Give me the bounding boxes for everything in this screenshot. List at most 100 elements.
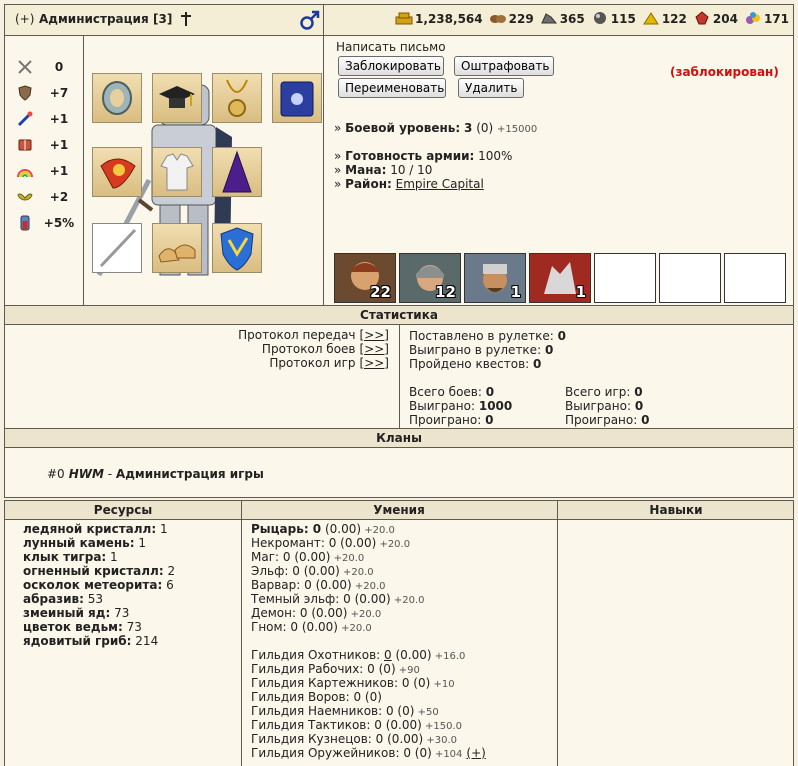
clans-panel: Кланы #0 HWM - Администрация игры	[4, 428, 794, 498]
sword-icon	[17, 59, 33, 75]
unit-count: 1	[575, 283, 586, 301]
protocol-row: Протокол передач [>>]	[238, 328, 389, 342]
skill-item: Варвар: 0 (0.00) +20.0	[251, 578, 386, 592]
stat-value: +7	[49, 86, 69, 100]
army-slots: 22 12 1 1	[324, 35, 793, 307]
skill-item: Темный эльф: 0 (0.00) +20.0	[251, 592, 425, 606]
skill-item: Маг: 0 (0.00) +20.0	[251, 550, 365, 564]
cross-icon	[179, 11, 193, 27]
hourglass-icon	[17, 215, 33, 231]
resource-gems: 171	[744, 12, 789, 26]
slot-shield[interactable]	[212, 223, 262, 273]
gold-icon	[395, 11, 413, 28]
resource-crystal: 204	[693, 11, 738, 28]
stat-value: +1	[49, 112, 69, 126]
slot-amulet[interactable]	[212, 73, 262, 123]
guild-item: Гильдия Наемников: 0 (0) +50	[251, 704, 439, 718]
mercury-icon	[591, 11, 609, 28]
magic-wand-icon	[17, 111, 33, 127]
battles-lost-row: Проиграно: 0	[409, 413, 494, 427]
battles-won-row: Выиграно: 1000	[409, 399, 513, 413]
resource-sulfur: 122	[642, 12, 687, 26]
statistics-panel: Статистика Протокол передач [>>] Протокол …	[4, 305, 794, 429]
resource-item: абразив: 53	[23, 592, 104, 606]
skill-item: Демон: 0 (0.00) +20.0	[251, 606, 382, 620]
ore-icon	[540, 11, 558, 28]
clan-list: #0 HWM - Администрация игры	[47, 467, 264, 481]
plus-link[interactable]: (+)	[15, 12, 34, 26]
slot-helmet[interactable]	[152, 73, 202, 123]
army-slot-empty	[724, 253, 786, 303]
resource-item: лунный камень: 1	[23, 536, 146, 550]
army-slot-3[interactable]: 1	[464, 253, 526, 303]
unit-count: 1	[510, 283, 521, 301]
resource-item: ледяной кристалл: 1	[23, 522, 168, 536]
info-panel: Написать письмо Заблокировать Оштрафоват…	[324, 35, 793, 307]
rainbow-icon	[17, 163, 33, 179]
resource-item: осколок метеорита: 6	[23, 578, 174, 592]
statistics-title: Статистика	[5, 306, 793, 325]
slot-weapon[interactable]	[92, 223, 142, 273]
character-panel: (+) Администрация [3] 1,238,564 229 365 115…	[4, 4, 794, 306]
guild-item: Гильдия Оружейников: 0 (0) +104 (+)	[251, 746, 486, 760]
resources-title: Ресурсы	[93, 503, 153, 517]
details-panel: Ресурсы Умения Навыки ледяной кристалл: …	[4, 500, 794, 766]
guild-item: Гильдия Кузнецов: 0 (0.00) +30.0	[251, 732, 458, 746]
resource-item: цветок ведьм: 73	[23, 620, 142, 634]
columns-header: Ресурсы Умения Навыки	[5, 501, 793, 520]
army-slot-2[interactable]: 12	[399, 253, 461, 303]
resource-mercury: 115	[591, 12, 636, 26]
clan-separator: -	[103, 467, 116, 481]
gems-icon	[744, 11, 762, 28]
male-icon	[299, 9, 321, 31]
protocol-link[interactable]: [>>]	[360, 328, 389, 342]
stat-value: +1	[49, 164, 69, 178]
guild-item: Гильдия Картежников: 0 (0) +10	[251, 676, 455, 690]
slot-book[interactable]	[272, 73, 322, 123]
protocol-row: Протокол боев [>>]	[261, 342, 389, 356]
slot-cloak-ring[interactable]	[92, 147, 142, 197]
roulette-bet-row: Поставлено в рулетке: 0	[409, 329, 566, 343]
slot-boots[interactable]	[152, 223, 202, 273]
roulette-won-row: Выиграно в рулетке: 0	[409, 343, 554, 357]
unit-count: 22	[370, 283, 391, 301]
sulfur-icon	[642, 11, 660, 28]
protocol-link[interactable]: [>>]	[360, 342, 389, 356]
skill-item: Некромант: 0 (0.00) +20.0	[251, 536, 411, 550]
army-slot-empty	[659, 253, 721, 303]
guild-level-link[interactable]: 0	[384, 648, 392, 662]
games-total-row: Всего игр: 0	[565, 385, 643, 399]
resource-gold: 1,238,564	[395, 12, 483, 26]
talents-title: Навыки	[649, 503, 703, 517]
resource-item: змеиный яд: 73	[23, 606, 130, 620]
stat-value: +1	[49, 138, 69, 152]
protocol-link[interactable]: [>>]	[360, 356, 389, 370]
player-name[interactable]: Администрация	[39, 12, 149, 26]
slot-shirt[interactable]	[152, 147, 202, 197]
slot-ring[interactable]	[92, 73, 142, 123]
slot-cape[interactable]	[212, 147, 262, 197]
army-slot-empty	[594, 253, 656, 303]
crystal-icon	[693, 11, 711, 28]
guild-item: Гильдия Тактиков: 0 (0.00) +150.0	[251, 718, 462, 732]
clan-id: #0	[47, 467, 65, 481]
protocol-row: Протокол игр [>>]	[269, 356, 389, 370]
wood-icon	[489, 11, 507, 28]
guild-item: Гильдия Охотников: 0 (0.00) +16.0	[251, 648, 466, 662]
skills-title: Умения	[373, 503, 425, 517]
stat-value: 0	[54, 60, 64, 74]
quests-row: Пройдено квестов: 0	[409, 357, 542, 371]
army-slot-4[interactable]: 1	[529, 253, 591, 303]
resource-item: клык тигра: 1	[23, 550, 118, 564]
resource-item: огненный кристалл: 2	[23, 564, 176, 578]
guild-plus-link[interactable]: (+)	[466, 746, 485, 760]
wings-icon	[17, 189, 33, 205]
clan-name: Администрация игры	[115, 467, 264, 481]
guild-item: Гильдия Рабочих: 0 (0) +90	[251, 662, 420, 676]
resource-ore: 365	[540, 12, 585, 26]
army-slot-1[interactable]: 22	[334, 253, 396, 303]
games-lost-row: Проиграно: 0	[565, 413, 650, 427]
clan-entry[interactable]: #0 HWM - Администрация игры	[47, 467, 264, 481]
clans-title: Кланы	[5, 429, 793, 448]
